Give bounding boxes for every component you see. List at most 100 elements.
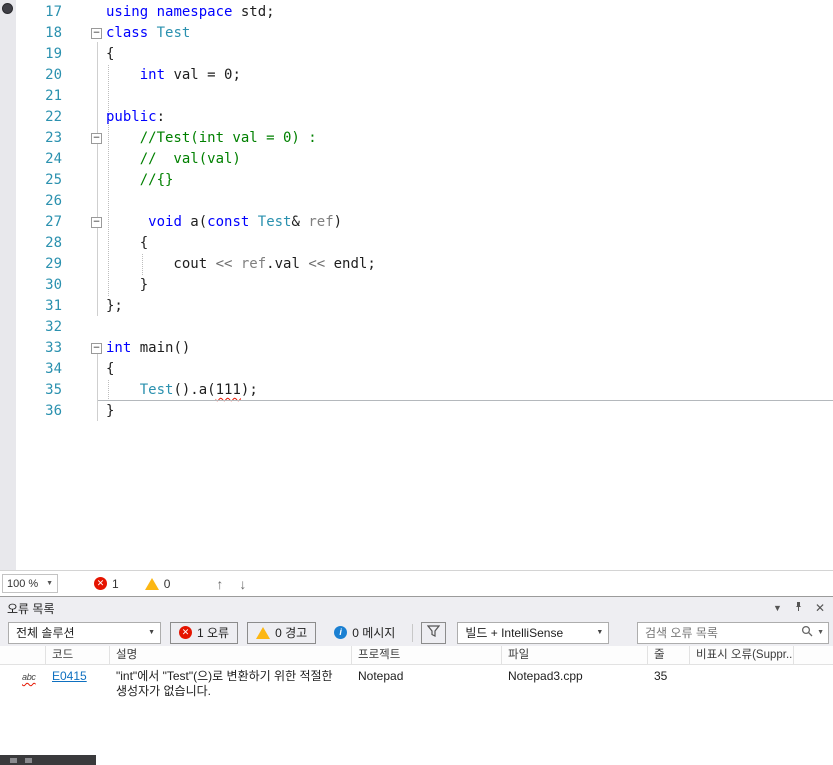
- chevron-down-icon[interactable]: ▼: [817, 629, 824, 636]
- code-line[interactable]: 23 − //Test(int val = 0) :: [0, 128, 833, 149]
- code-line[interactable]: 28 {: [0, 233, 833, 254]
- errors-filter-button[interactable]: ✕ 1 오류: [170, 621, 239, 644]
- header-suppression[interactable]: 비표시 오류(Suppr...: [690, 646, 794, 665]
- search-input[interactable]: [645, 625, 802, 640]
- next-issue-icon[interactable]: ↓: [239, 576, 246, 592]
- code-text: };: [106, 298, 123, 314]
- pin-icon[interactable]: [793, 601, 804, 615]
- code-line[interactable]: 30 }: [0, 275, 833, 296]
- code-line[interactable]: 21: [0, 86, 833, 107]
- line-number: 34: [45, 361, 62, 377]
- outlining-margin: [68, 149, 98, 170]
- header-description[interactable]: 설명: [110, 646, 352, 665]
- warning-count-indicator[interactable]: 0: [144, 576, 171, 591]
- error-count-indicator[interactable]: ✕ 1: [94, 577, 119, 591]
- code-line[interactable]: 32: [0, 317, 833, 338]
- scope-filter-dropdown[interactable]: 전체 솔루션 ▼: [8, 621, 161, 644]
- collapse-toggle-icon[interactable]: −: [91, 133, 102, 144]
- build-intellisense-value: 빌드 + IntelliSense: [465, 626, 564, 640]
- line-number: 31: [45, 298, 62, 314]
- code-text: class Test: [106, 25, 191, 41]
- error-table-body: abc E0415 "int"에서 "Test"(으)로 변환하기 위한 적절한…: [0, 665, 833, 765]
- error-code-link[interactable]: E0415: [52, 669, 87, 683]
- zoom-control[interactable]: 100 % ▼: [2, 574, 58, 593]
- code-line[interactable]: 20 int val = 0;: [0, 65, 833, 86]
- code-line[interactable]: 27 − void a(const Test& ref): [0, 212, 833, 233]
- line-number: 33: [45, 340, 62, 356]
- code-line[interactable]: 34 {: [0, 359, 833, 380]
- code-editor[interactable]: 17 using namespace std; 18− class Test 19{20…: [0, 0, 833, 571]
- code-line[interactable]: 17 using namespace std;: [0, 2, 833, 23]
- error-file: Notepad3.cpp: [508, 669, 583, 683]
- chevron-down-icon: ▼: [596, 629, 604, 636]
- messages-filter-button[interactable]: i 0 메시지: [325, 621, 405, 644]
- header-code[interactable]: 코드: [46, 646, 110, 665]
- outlining-margin: [68, 317, 98, 338]
- scope-filter-value: 전체 솔루션: [16, 626, 75, 640]
- line-number: 28: [45, 235, 62, 251]
- code-text: void a(const Test& ref): [148, 214, 343, 230]
- header-line[interactable]: 줄: [648, 646, 690, 665]
- warning-count: 0: [163, 576, 171, 591]
- code-line[interactable]: 22 public:: [0, 107, 833, 128]
- code-line[interactable]: 35 Test().a(111);: [0, 380, 833, 401]
- code-line[interactable]: 25 //{}: [0, 170, 833, 191]
- outlining-margin[interactable]: −: [68, 128, 102, 149]
- filter-button[interactable]: [421, 621, 447, 644]
- code-line[interactable]: 36}: [0, 401, 833, 422]
- collapse-toggle-icon[interactable]: −: [91, 343, 102, 354]
- warning-icon: [144, 577, 159, 590]
- line-number: 27: [45, 214, 62, 230]
- toolbar-separator: [412, 623, 414, 642]
- outlining-margin: [68, 380, 98, 401]
- close-icon[interactable]: ✕: [815, 601, 825, 615]
- line-number: 25: [45, 172, 62, 188]
- code-line[interactable]: 19 {: [0, 44, 833, 65]
- code-text: int val = 0;: [139, 67, 241, 83]
- outlining-margin[interactable]: −: [68, 23, 102, 44]
- line-number: 18: [45, 25, 62, 41]
- build-intellisense-dropdown[interactable]: 빌드 + IntelliSense ▼: [457, 621, 610, 644]
- header-project[interactable]: 프로젝트: [352, 646, 502, 665]
- outlining-margin[interactable]: −: [68, 212, 102, 233]
- outlining-margin: [68, 296, 98, 317]
- line-number: 20: [45, 67, 62, 83]
- collapse-toggle-icon[interactable]: −: [91, 217, 102, 228]
- chevron-down-icon: ▼: [148, 629, 155, 636]
- error-project: Notepad: [358, 669, 404, 683]
- intellisense-squiggle-icon: abc: [22, 672, 36, 682]
- error-list-search[interactable]: ▼: [637, 621, 829, 644]
- code-line[interactable]: 29 cout << ref.val << endl;: [0, 254, 833, 275]
- search-icon[interactable]: [801, 624, 813, 642]
- outlining-margin: [68, 2, 98, 23]
- error-count: 1: [112, 576, 119, 591]
- header-file[interactable]: 파일: [502, 646, 648, 665]
- panel-title-bar[interactable]: 오류 목록 ▼ ✕: [0, 597, 833, 619]
- previous-issue-icon[interactable]: ↑: [216, 576, 223, 592]
- line-number: 24: [45, 151, 62, 167]
- editor-status-strip: 100 % ▼ ✕ 1 0 ↑ ↓: [0, 571, 833, 596]
- outlining-margin[interactable]: −: [68, 338, 102, 359]
- code-line[interactable]: 26: [0, 191, 833, 212]
- code-text: using namespace std;: [106, 4, 275, 20]
- line-number: 29: [45, 256, 62, 272]
- collapse-toggle-icon[interactable]: −: [91, 28, 102, 39]
- error-row[interactable]: abc E0415 "int"에서 "Test"(으)로 변환하기 위한 적절한…: [0, 665, 833, 705]
- error-description: "int"에서 "Test"(으)로 변환하기 위한 적절한 생성자가 없습니다…: [116, 669, 333, 698]
- code-line[interactable]: 31};: [0, 296, 833, 317]
- window-position-icon[interactable]: ▼: [773, 603, 782, 613]
- line-number: 36: [45, 403, 62, 419]
- code-line[interactable]: 18 − class Test: [0, 23, 833, 44]
- header-severity-icon-column[interactable]: [16, 646, 46, 665]
- messages-filter-label: 0 메시지: [352, 626, 396, 640]
- code-line[interactable]: 33 − int main(): [0, 338, 833, 359]
- line-number: 17: [45, 4, 62, 20]
- panel-title: 오류 목록: [7, 601, 55, 616]
- error-list-toolbar: 전체 솔루션 ▼ ✕ 1 오류 0 경고 i 0 메시지 빌드 + Intell…: [0, 619, 833, 646]
- line-number: 19: [45, 46, 62, 62]
- code-line[interactable]: 24 // val(val): [0, 149, 833, 170]
- info-icon: i: [334, 626, 348, 639]
- warnings-filter-button[interactable]: 0 경고: [247, 621, 317, 644]
